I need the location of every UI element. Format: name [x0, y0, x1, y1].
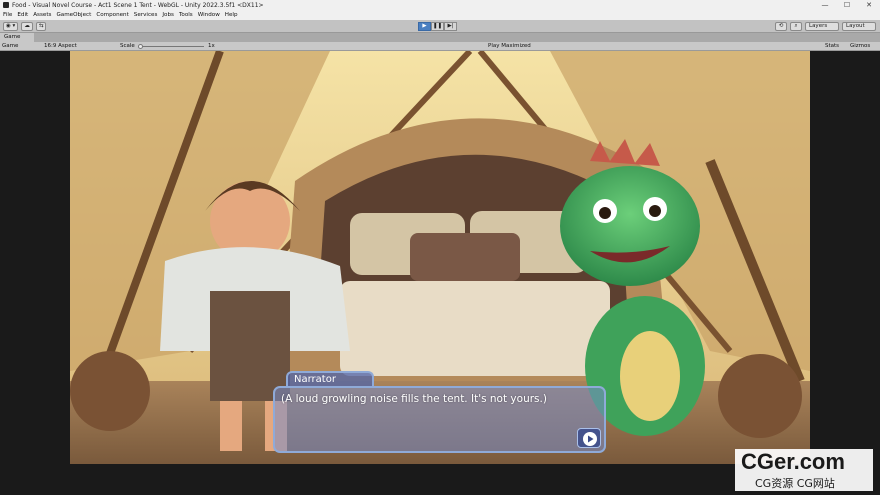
scale-slider-handle[interactable] [138, 44, 143, 49]
layout-dropdown[interactable]: Layout [842, 22, 876, 31]
window-title: Food - Visual Novel Course - Act1 Scene … [12, 1, 264, 9]
cloud-icon[interactable]: ☁ [21, 21, 33, 31]
collab-icon[interactable]: ⇆ [35, 21, 47, 31]
speaker-nameplate: Narrator [286, 371, 374, 387]
toolbar-right: ⟲ ⌕ Layers Layout [772, 22, 876, 31]
search-icon[interactable]: ⌕ [790, 22, 802, 31]
play-arrow-icon [583, 432, 597, 446]
watermark-line1: CGer.com [741, 449, 845, 474]
minimize-button[interactable]: — [814, 0, 836, 10]
tab-game[interactable]: Game [0, 33, 34, 42]
menu-edit[interactable]: Edit [17, 12, 28, 18]
stats-toggle[interactable]: Stats [825, 43, 839, 49]
watermark-line2: CG资源 CG网站 [755, 477, 835, 490]
menu-help[interactable]: Help [225, 12, 238, 18]
watermark: CGer.com CG资源 CG网站 [735, 449, 873, 491]
menu-component[interactable]: Component [96, 12, 128, 18]
dialogue-text: (A loud growling noise fills the tent. I… [281, 393, 547, 405]
play-controls: ▶ ❚❚ ▶| [418, 22, 457, 31]
menu-file[interactable]: File [3, 12, 12, 18]
menu-jobs[interactable]: Jobs [162, 12, 174, 18]
window-titlebar: Food - Visual Novel Course - Act1 Scene … [0, 0, 880, 10]
next-dialogue-button[interactable] [577, 428, 601, 448]
game-view-toolbar: Game 16:9 Aspect Scale 1x Play Maximized… [0, 42, 880, 51]
dialogue-box[interactable]: (A loud growling noise fills the tent. I… [273, 386, 606, 453]
menu-tools[interactable]: Tools [179, 12, 193, 18]
display-dropdown[interactable]: Game [2, 43, 18, 49]
menu-gameobject[interactable]: GameObject [56, 12, 91, 18]
menu-assets[interactable]: Assets [33, 12, 51, 18]
history-icon[interactable]: ⟲ [775, 22, 787, 31]
maximize-button[interactable]: ☐ [836, 0, 858, 10]
aspect-dropdown[interactable]: 16:9 Aspect [44, 43, 77, 49]
gizmos-dropdown[interactable]: Gizmos [850, 43, 870, 49]
tab-bar: Game [0, 33, 880, 42]
menu-services[interactable]: Services [134, 12, 158, 18]
scale-slider-track[interactable] [140, 46, 204, 47]
menu-bar: File Edit Assets GameObject Component Se… [0, 10, 880, 20]
play-button[interactable]: ▶ [418, 22, 431, 31]
unity-logo-icon [3, 2, 9, 8]
scale-value: 1x [208, 43, 215, 49]
play-mode-dropdown[interactable]: Play Maximized [488, 43, 531, 49]
close-button[interactable]: ✕ [858, 0, 880, 10]
menu-window[interactable]: Window [198, 12, 220, 18]
pause-button[interactable]: ❚❚ [431, 22, 444, 31]
layers-dropdown[interactable]: Layers [805, 22, 839, 31]
window-controls: — ☐ ✕ [814, 0, 880, 10]
account-dropdown[interactable]: ◉ ▾ [3, 21, 19, 31]
scale-label: Scale [120, 43, 135, 49]
step-button[interactable]: ▶| [444, 22, 457, 31]
